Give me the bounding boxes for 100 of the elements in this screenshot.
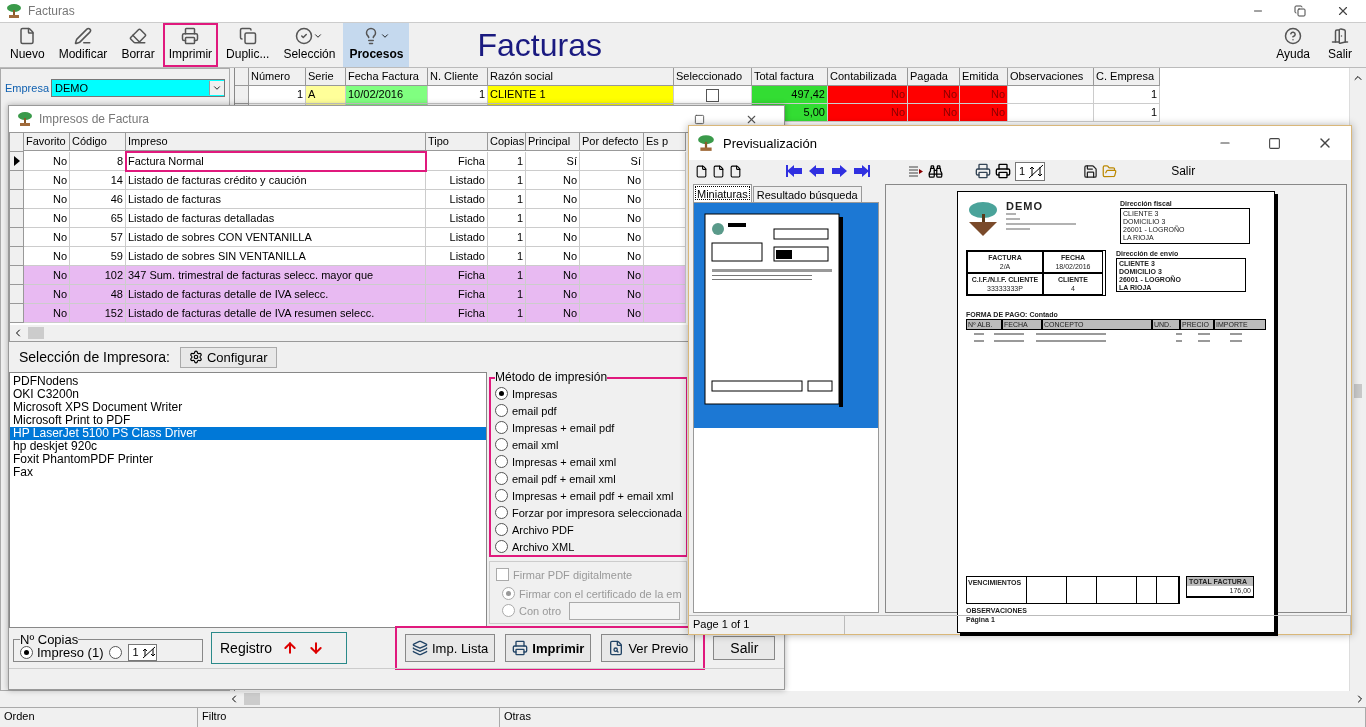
- column-header[interactable]: N. Cliente: [428, 68, 488, 86]
- table-cell[interactable]: No: [526, 171, 580, 190]
- column-header[interactable]: Total factura: [752, 68, 828, 86]
- table-cell[interactable]: No: [24, 266, 70, 285]
- action-button[interactable]: Ver Previo: [601, 634, 696, 662]
- list-item[interactable]: HP LaserJet 5100 PS Class Driver: [10, 427, 486, 440]
- toolbar-button[interactable]: Procesos: [343, 23, 410, 67]
- table-cell[interactable]: No: [526, 247, 580, 266]
- radio-button[interactable]: [109, 645, 123, 659]
- column-header[interactable]: Seleccionado: [674, 68, 752, 86]
- table-cell[interactable]: No: [526, 304, 580, 323]
- table-cell[interactable]: No: [24, 304, 70, 323]
- close-icon[interactable]: [1336, 4, 1350, 18]
- table-cell[interactable]: No: [24, 247, 70, 266]
- configure-button[interactable]: Configurar: [179, 346, 277, 368]
- table-cell[interactable]: Listado de sobres SIN VENTANILLA: [126, 247, 426, 266]
- radio-button[interactable]: [495, 523, 508, 536]
- table-cell[interactable]: 1: [488, 247, 526, 266]
- binoculars-icon[interactable]: [928, 163, 943, 179]
- column-header[interactable]: Por defecto: [580, 133, 644, 151]
- save-icon[interactable]: [1083, 163, 1099, 179]
- table-cell[interactable]: No: [24, 171, 70, 190]
- table-cell[interactable]: 59: [70, 247, 126, 266]
- table-cell[interactable]: 1: [488, 190, 526, 209]
- scrollbar-thumb[interactable]: [28, 327, 44, 339]
- table-cell[interactable]: No: [580, 285, 644, 304]
- column-header[interactable]: Contabilizada: [828, 68, 908, 86]
- table-cell[interactable]: No: [24, 228, 70, 247]
- table-cell[interactable]: 8: [70, 152, 126, 171]
- list-item[interactable]: OKI C3200n: [10, 388, 486, 401]
- maximize-icon[interactable]: [1268, 136, 1281, 150]
- spin-box[interactable]: 1: [1015, 161, 1046, 181]
- table-cell[interactable]: No: [526, 190, 580, 209]
- column-header[interactable]: Razón social: [488, 68, 674, 86]
- table-cell[interactable]: No: [526, 228, 580, 247]
- table-cell[interactable]: 57: [70, 228, 126, 247]
- table-cell[interactable]: Sí: [526, 152, 580, 171]
- list-item[interactable]: Microsoft Print to PDF: [10, 414, 486, 427]
- table-cell[interactable]: No: [580, 266, 644, 285]
- column-header[interactable]: Impreso: [126, 133, 426, 151]
- table-cell[interactable]: 152: [70, 304, 126, 323]
- radio-button[interactable]: [495, 455, 508, 468]
- table-cell[interactable]: Listado: [426, 190, 488, 209]
- page-icon[interactable]: [695, 164, 708, 178]
- checkbox[interactable]: [706, 88, 719, 102]
- toolbar-button[interactable]: Duplic...: [220, 23, 276, 67]
- restore-icon[interactable]: [1294, 5, 1306, 17]
- radio-button[interactable]: [495, 387, 508, 400]
- tab[interactable]: Resultado búsqueda: [752, 186, 862, 202]
- first-page-icon[interactable]: [786, 164, 804, 178]
- table-cell[interactable]: Listado: [426, 247, 488, 266]
- table-cell[interactable]: No: [580, 190, 644, 209]
- table-cell[interactable]: Ficha: [426, 304, 488, 323]
- table-cell[interactable]: Listado: [426, 228, 488, 247]
- table-cell[interactable]: No: [24, 285, 70, 304]
- table-cell[interactable]: 46: [70, 190, 126, 209]
- toolbar-button[interactable]: Borrar: [115, 23, 161, 67]
- table-cell[interactable]: 1: [488, 285, 526, 304]
- spin-box[interactable]: 1: [128, 643, 157, 661]
- list-item[interactable]: PDFNodens: [10, 375, 486, 388]
- table-cell[interactable]: 1: [488, 228, 526, 247]
- exit-button[interactable]: Salir: [1165, 164, 1202, 178]
- list-item[interactable]: Fax: [10, 466, 486, 479]
- radio-button[interactable]: [20, 645, 33, 659]
- table-cell[interactable]: Listado de sobres CON VENTANILLA: [126, 228, 426, 247]
- company-dropdown[interactable]: DEMO: [51, 79, 225, 97]
- column-header[interactable]: Serie: [306, 68, 346, 86]
- page-icon[interactable]: [729, 164, 742, 178]
- radio-button[interactable]: [495, 438, 508, 451]
- table-cell[interactable]: Listado de facturas detalle de IVA selecc.: [126, 285, 426, 304]
- table-cell[interactable]: No: [526, 285, 580, 304]
- column-header[interactable]: Observaciones: [1008, 68, 1094, 86]
- action-button[interactable]: Imp. Lista: [405, 634, 496, 662]
- column-header[interactable]: Copias: [488, 133, 526, 151]
- table-cell[interactable]: No: [580, 228, 644, 247]
- action-button[interactable]: Imprimir: [505, 634, 592, 662]
- table-cell[interactable]: 1: [488, 171, 526, 190]
- column-header[interactable]: Es p: [644, 133, 686, 151]
- table-cell[interactable]: No: [580, 304, 644, 323]
- table-cell[interactable]: No: [580, 247, 644, 266]
- table-cell[interactable]: 14: [70, 171, 126, 190]
- last-page-icon[interactable]: [852, 164, 870, 178]
- column-header[interactable]: Emitida: [960, 68, 1008, 86]
- radio-button[interactable]: [495, 540, 508, 553]
- table-cell[interactable]: Ficha: [426, 285, 488, 304]
- table-cell[interactable]: 102: [70, 266, 126, 285]
- toolbar-button[interactable]: Ayuda: [1270, 23, 1316, 67]
- table-cell[interactable]: Sí: [580, 152, 644, 171]
- table-cell[interactable]: No: [24, 152, 70, 171]
- table-cell[interactable]: 1: [488, 209, 526, 228]
- scrollbar-thumb[interactable]: [244, 693, 260, 705]
- printer-icon[interactable]: [975, 163, 991, 179]
- column-header[interactable]: Fecha Factura: [346, 68, 428, 86]
- column-header[interactable]: Número: [249, 68, 306, 86]
- tab[interactable]: Miniaturas: [693, 184, 752, 202]
- table-cell[interactable]: No: [24, 209, 70, 228]
- exit-button[interactable]: Salir: [713, 636, 776, 660]
- toolbar-button[interactable]: Imprimir: [162, 23, 219, 67]
- table-cell[interactable]: Factura Normal: [126, 152, 426, 171]
- radio-button[interactable]: [495, 404, 508, 417]
